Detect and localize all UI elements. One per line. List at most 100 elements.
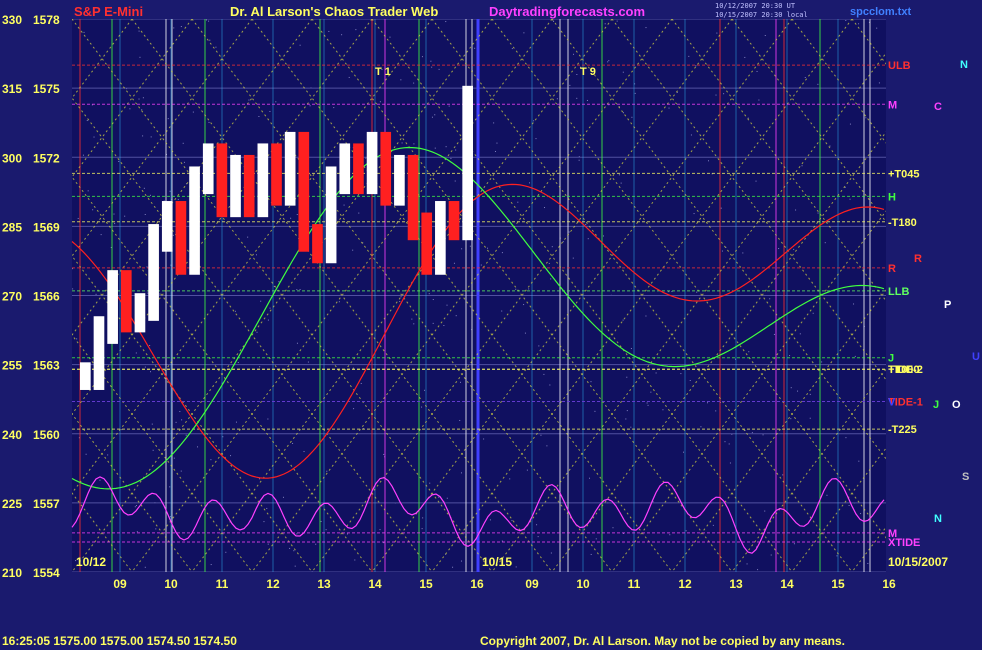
star-dot: [620, 182, 622, 184]
x-tick-day2: 11: [628, 577, 641, 591]
star-dot: [623, 112, 625, 114]
x-tick-day1: 13: [317, 577, 331, 591]
star-dot: [142, 135, 144, 137]
level-label: -T225: [888, 424, 917, 436]
star-dot: [853, 303, 855, 305]
star-dot: [144, 214, 146, 216]
planet-label: O: [952, 399, 961, 411]
star-dot: [159, 293, 161, 295]
star-dot: [175, 421, 177, 423]
star-dot: [744, 56, 746, 58]
star-dot: [493, 122, 495, 124]
star-dot: [789, 355, 791, 357]
star-dot: [180, 470, 182, 472]
y-tick-left: 285: [2, 220, 22, 234]
x-tick-day2: 13: [729, 577, 743, 591]
star-dot: [269, 110, 271, 112]
star-dot: [587, 238, 589, 240]
planet-label: C: [934, 101, 942, 113]
star-dot: [210, 564, 212, 566]
star-dot: [680, 373, 682, 375]
level-label: H: [888, 191, 896, 203]
star-dot: [460, 560, 462, 562]
star-dot: [307, 361, 309, 363]
star-dot: [192, 111, 194, 113]
y-tick-left: 240: [2, 428, 22, 442]
star-dot: [536, 524, 538, 526]
star-dot: [401, 142, 403, 144]
star-dot: [95, 293, 97, 295]
level-label: XTIDE: [888, 537, 920, 549]
star-dot: [876, 27, 878, 29]
star-dot: [824, 242, 826, 244]
star-dot: [155, 528, 157, 530]
star-dot: [455, 315, 457, 317]
star-dot: [235, 421, 237, 423]
star-dot: [487, 247, 489, 249]
star-dot: [431, 66, 433, 68]
y-tick-price: 1575: [33, 82, 60, 96]
star-dot: [259, 366, 261, 368]
price-bar: [339, 143, 351, 195]
star-dot: [762, 434, 764, 436]
star-dot: [299, 44, 301, 46]
date-mid: 10/15: [482, 555, 512, 569]
star-dot: [296, 533, 298, 535]
star-dot: [124, 215, 126, 217]
star-dot: [517, 201, 519, 203]
price-bar: [93, 316, 105, 390]
star-dot: [352, 367, 354, 369]
y-tick-left: 315: [2, 82, 22, 96]
star-dot: [715, 410, 717, 412]
star-dot: [315, 543, 317, 545]
star-dot: [445, 146, 447, 148]
star-dot: [379, 529, 381, 531]
planet-label: P: [944, 299, 951, 311]
y-tick-left: 330: [2, 13, 22, 27]
footer-copyright: Copyright 2007, Dr. Al Larson. May not b…: [480, 634, 845, 648]
star-dot: [778, 248, 780, 250]
star-dot: [460, 381, 462, 383]
star-dot: [446, 304, 448, 306]
level-label: R: [888, 263, 896, 275]
star-dot: [269, 307, 271, 309]
star-dot: [210, 459, 212, 461]
header-symbol: S&P E-Mini: [74, 4, 144, 19]
star-dot: [509, 478, 511, 480]
price-bar: [230, 154, 241, 218]
marker-t9: T 9: [580, 66, 596, 78]
star-dot: [804, 76, 806, 78]
star-dot: [129, 108, 131, 110]
star-dot: [793, 543, 795, 545]
star-dot: [215, 46, 217, 48]
header-timestamp-1: 10/12/2007 20:30 UT: [715, 2, 796, 10]
star-dot: [568, 231, 570, 233]
star-dot: [341, 34, 343, 36]
star-dot: [353, 408, 355, 410]
star-dot: [645, 315, 647, 317]
star-dot: [208, 20, 210, 22]
star-dot: [799, 333, 801, 335]
x-tick-day2: 15: [831, 577, 845, 591]
star-dot: [821, 361, 823, 363]
star-dot: [338, 301, 340, 303]
star-dot: [764, 510, 766, 512]
star-dot: [662, 409, 664, 411]
star-dot: [867, 562, 869, 564]
star-dot: [501, 252, 503, 254]
star-dot: [431, 116, 433, 118]
star-dot: [138, 30, 140, 32]
star-dot: [93, 136, 95, 138]
x-tick-day2: 12: [678, 577, 692, 591]
star-dot: [173, 27, 175, 29]
price-bar: [394, 154, 405, 206]
star-dot: [608, 60, 610, 62]
star-dot: [296, 214, 298, 216]
header-site-link[interactable]: Daytradingforecasts.com: [489, 4, 645, 19]
star-dot: [167, 118, 169, 120]
x-tick-day1: 15: [419, 577, 433, 591]
star-dot: [647, 404, 649, 406]
star-dot: [809, 417, 811, 419]
star-dot: [139, 56, 141, 58]
star-dot: [100, 234, 102, 236]
